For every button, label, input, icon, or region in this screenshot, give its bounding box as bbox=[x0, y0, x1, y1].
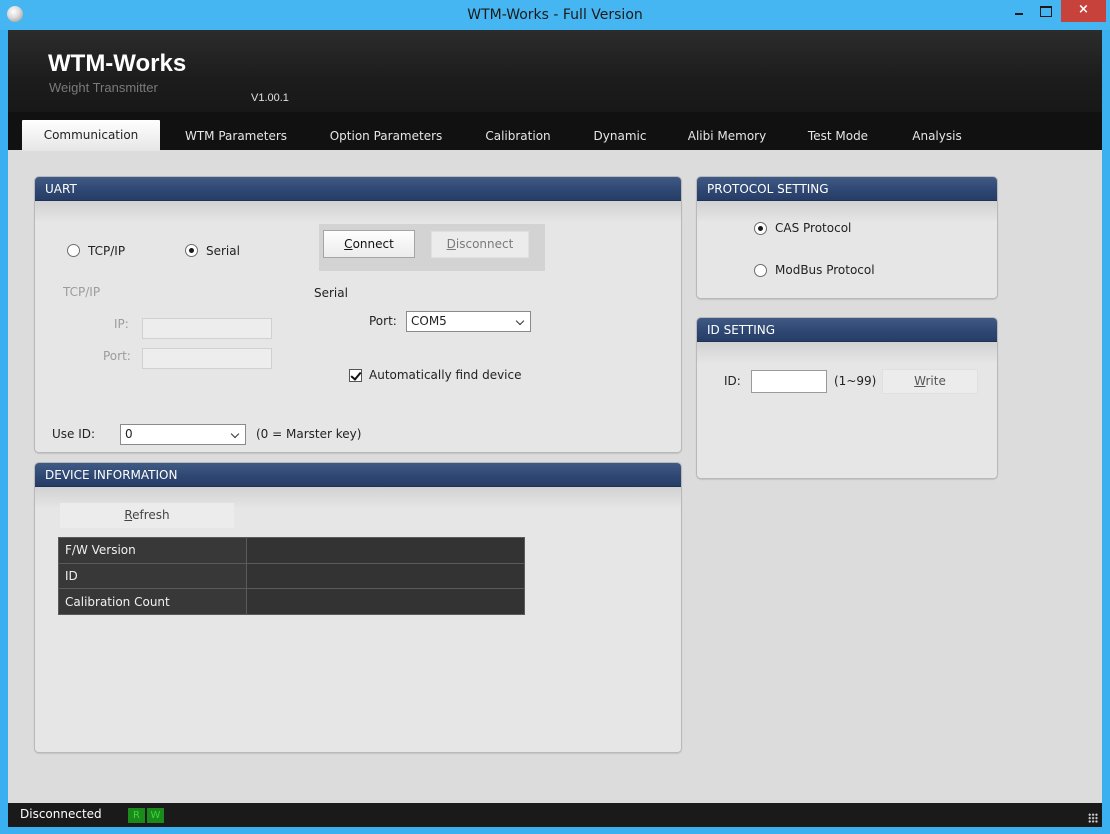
tab-bar: Communication WTM Parameters Option Para… bbox=[8, 112, 1102, 151]
use-id-note: (0 = Marster key) bbox=[256, 427, 362, 441]
connect-button[interactable]: Connect bbox=[323, 230, 415, 258]
chevron-down-icon bbox=[516, 312, 526, 331]
disconnect-button[interactable]: Disconnect bbox=[431, 231, 529, 258]
fw-version-key: F/W Version bbox=[58, 537, 247, 564]
title-bar[interactable]: WTM-Works - Full Version × bbox=[0, 0, 1110, 30]
serial-port-value: COM5 bbox=[411, 314, 447, 328]
status-bar: Disconnected R W bbox=[8, 803, 1102, 827]
cas-protocol-label[interactable]: CAS Protocol bbox=[775, 221, 851, 235]
calibration-count-key: Calibration Count bbox=[58, 588, 247, 616]
id-setting-panel-title: ID SETTING bbox=[697, 318, 997, 342]
tab-option-parameters[interactable]: Option Parameters bbox=[320, 122, 452, 150]
id-key: ID bbox=[58, 562, 247, 590]
ip-input[interactable] bbox=[142, 318, 272, 339]
modbus-protocol-radio[interactable] bbox=[754, 264, 767, 277]
use-id-label: Use ID: bbox=[52, 427, 96, 441]
device-info-table: F/W Version ID Calibration Count bbox=[58, 537, 525, 616]
version-label: V1.00.1 bbox=[251, 92, 289, 104]
serial-radio-label[interactable]: Serial bbox=[206, 244, 240, 258]
read-indicator-led: R bbox=[128, 808, 145, 823]
chevron-down-icon bbox=[231, 425, 241, 444]
id-range-note: (1~99) bbox=[834, 374, 877, 388]
calibration-count-value bbox=[246, 588, 525, 616]
tab-calibration[interactable]: Calibration bbox=[470, 122, 566, 150]
id-setting-label: ID: bbox=[724, 374, 741, 388]
resize-grip-icon[interactable] bbox=[1088, 813, 1098, 823]
tab-communication[interactable]: Communication bbox=[22, 120, 160, 151]
close-button[interactable]: × bbox=[1061, 0, 1106, 22]
serial-section-label: Serial bbox=[314, 286, 348, 300]
minimize-button[interactable] bbox=[1006, 0, 1032, 22]
id-setting-input[interactable] bbox=[751, 370, 827, 393]
tab-dynamic[interactable]: Dynamic bbox=[580, 122, 660, 150]
table-row: F/W Version bbox=[58, 537, 525, 564]
tcpip-radio-label[interactable]: TCP/IP bbox=[88, 244, 125, 258]
protocol-panel-title: PROTOCOL SETTING bbox=[697, 177, 997, 201]
brand-subtitle: Weight Transmitter bbox=[49, 80, 158, 95]
client-area: WTM-Works Weight Transmitter V1.00.1 Com… bbox=[8, 30, 1102, 827]
id-setting-panel-body bbox=[697, 342, 997, 478]
refresh-button[interactable]: Refresh bbox=[60, 503, 234, 528]
table-row: Calibration Count bbox=[58, 588, 525, 616]
fw-version-value bbox=[246, 537, 525, 564]
tcp-port-label: Port: bbox=[103, 349, 131, 363]
write-button[interactable]: Write bbox=[882, 369, 978, 394]
tab-wtm-parameters[interactable]: WTM Parameters bbox=[170, 122, 302, 150]
serial-radio[interactable] bbox=[185, 244, 198, 257]
serial-port-select[interactable]: COM5 bbox=[406, 311, 531, 332]
application-window: WTM-Works - Full Version × WTM-Works Wei… bbox=[0, 0, 1110, 834]
tcpip-section-label: TCP/IP bbox=[63, 285, 101, 299]
ip-label: IP: bbox=[114, 317, 129, 331]
tab-test-mode[interactable]: Test Mode bbox=[792, 122, 884, 150]
window-title: WTM-Works - Full Version bbox=[467, 7, 643, 23]
app-header: WTM-Works Weight Transmitter V1.00.1 bbox=[8, 30, 1102, 112]
tcpip-radio[interactable] bbox=[67, 244, 80, 257]
tab-alibi-memory[interactable]: Alibi Memory bbox=[672, 122, 782, 150]
write-indicator-led: W bbox=[147, 808, 164, 823]
uart-panel-title: UART bbox=[35, 177, 681, 201]
protocol-panel-body bbox=[697, 201, 997, 298]
use-id-select[interactable]: 0 bbox=[120, 424, 246, 445]
maximize-button[interactable] bbox=[1032, 0, 1058, 22]
tcp-port-input[interactable] bbox=[142, 348, 272, 369]
auto-find-label[interactable]: Automatically find device bbox=[369, 368, 522, 382]
id-setting-panel: ID SETTING bbox=[696, 317, 998, 479]
serial-port-label: Port: bbox=[369, 314, 397, 328]
modbus-protocol-label[interactable]: ModBus Protocol bbox=[775, 263, 875, 277]
use-id-value: 0 bbox=[125, 427, 133, 441]
uart-panel: UART bbox=[34, 176, 682, 453]
connection-status: Disconnected bbox=[20, 807, 102, 821]
brand-logo-text: WTM-Works bbox=[48, 50, 187, 77]
tab-analysis[interactable]: Analysis bbox=[898, 122, 976, 150]
device-info-panel-title: DEVICE INFORMATION bbox=[35, 463, 681, 487]
table-row: ID bbox=[58, 562, 525, 590]
protocol-panel: PROTOCOL SETTING bbox=[696, 176, 998, 299]
cas-protocol-radio[interactable] bbox=[754, 222, 767, 235]
id-value bbox=[246, 562, 525, 590]
auto-find-checkbox[interactable] bbox=[349, 369, 362, 382]
